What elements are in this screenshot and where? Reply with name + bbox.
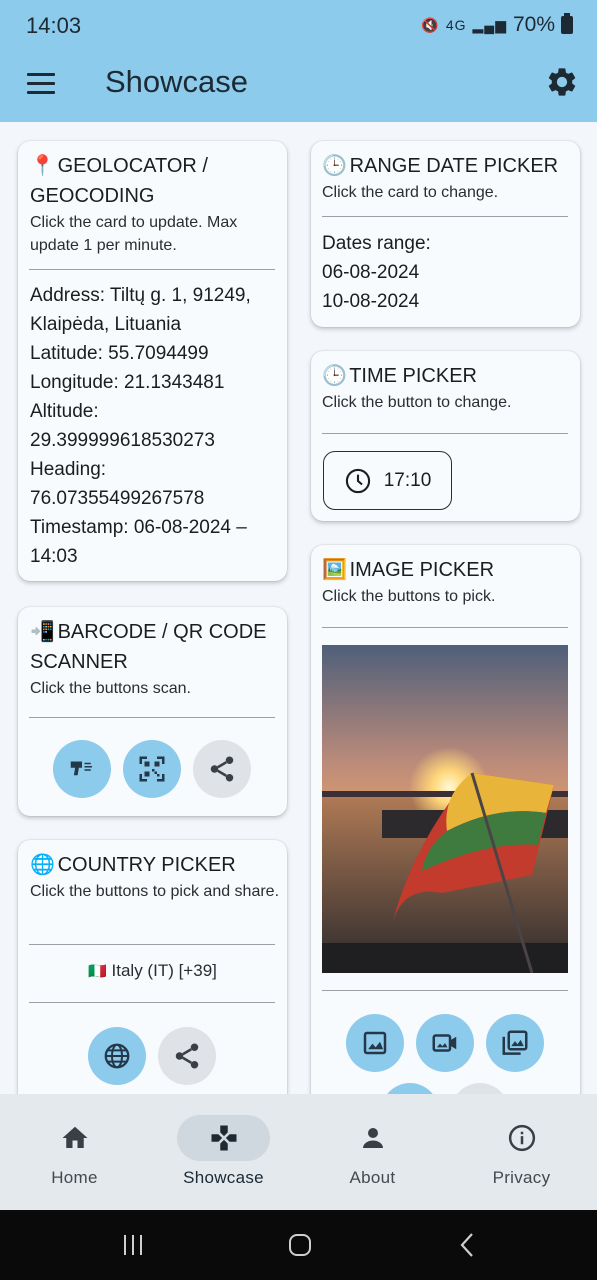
dates-range-label: Dates range: (322, 233, 431, 254)
barcode-scan-button[interactable] (53, 740, 111, 798)
pick-camera-button[interactable] (381, 1083, 439, 1094)
time-picker-subtitle: Click the button to change. (322, 394, 512, 411)
globe-emoji-icon: 🌐 (30, 854, 55, 876)
pick-country-button[interactable] (88, 1027, 146, 1085)
recent-apps-icon[interactable] (118, 1230, 148, 1260)
system-nav-bar (0, 1210, 597, 1280)
menu-icon[interactable] (27, 73, 55, 95)
image-picker-subtitle: Click the buttons to pick. (322, 588, 496, 605)
geolocator-altitude-value: 29.399999618530273 (30, 430, 215, 451)
signal-icon: ▂▄▆ (472, 16, 507, 33)
pin-icon: 📍 (30, 155, 55, 177)
share-icon (175, 1043, 199, 1069)
home-icon (62, 1126, 87, 1148)
country-title: 🌐 COUNTRY PICKER (30, 850, 280, 880)
geolocator-card[interactable]: 📍 GEOLOCATOR / GEOCODING Click the card … (18, 141, 287, 581)
nav-item-privacy[interactable]: Privacy (447, 1094, 596, 1210)
share-country-button[interactable] (158, 1027, 216, 1085)
picture-emoji-icon: 🖼️ (322, 559, 347, 581)
nav-item-showcase[interactable]: Showcase (149, 1094, 298, 1210)
time-picker-card: 🕒 TIME PICKER Click the button to change… (311, 351, 580, 521)
selected-country-label: Italy (IT) [+39] (111, 961, 217, 980)
pick-image-button[interactable] (346, 1014, 404, 1072)
image-icon (363, 1031, 387, 1055)
gear-icon[interactable] (545, 65, 579, 99)
divider (322, 433, 568, 434)
geolocator-address: Address: Tiltų g. 1, 91249, Klaipėda, Li… (30, 285, 251, 335)
home-button-icon[interactable] (285, 1230, 315, 1260)
share-icon (210, 756, 234, 782)
geolocator-latitude: Latitude: 55.7094499 (30, 343, 209, 364)
gamepad-icon (211, 1125, 236, 1151)
nav-label-home: Home (51, 1168, 98, 1187)
geolocator-timestamp: Timestamp: 06-08-2024 – 14:03 (30, 517, 247, 567)
selected-country: 🇮🇹 Italy (IT) [+39] (18, 961, 287, 981)
nav-label-showcase: Showcase (183, 1168, 264, 1187)
clock-emoji-icon: 🕒 (322, 155, 347, 177)
range-date-card[interactable]: 🕒 RANGE DATE PICKER Click the card to ch… (311, 141, 580, 327)
page-title: Showcase (105, 64, 249, 99)
person-icon (362, 1128, 383, 1148)
pick-gallery-button[interactable] (486, 1014, 544, 1072)
back-icon[interactable] (453, 1230, 483, 1260)
status-time: 14:03 (26, 13, 82, 38)
time-picker-button[interactable]: 17:10 (323, 451, 452, 510)
picked-image (322, 645, 568, 973)
status-bar: 14:03 🔇 4G ▂▄▆ 70% (0, 0, 597, 50)
barcode-subtitle: Click the buttons scan. (30, 680, 191, 697)
image-picker-card: 🖼️ IMAGE PICKER Click the buttons to pic… (311, 545, 580, 1094)
range-date-subtitle: Click the card to change. (322, 184, 499, 201)
divider (29, 1002, 275, 1003)
divider (29, 944, 275, 945)
time-picker-title: 🕒 TIME PICKER (322, 361, 574, 391)
content-area: 📍 GEOLOCATOR / GEOCODING Click the card … (0, 122, 597, 1094)
bottom-nav: Home Showcase About Privacy (0, 1094, 597, 1210)
qr-scan-button[interactable] (123, 740, 181, 798)
barcode-title: 📲 BARCODE / QR CODE SCANNER (30, 617, 280, 677)
divider (322, 216, 568, 217)
info-icon (508, 1124, 535, 1152)
image-picker-title: 🖼️ IMAGE PICKER (322, 555, 574, 585)
qr-code-icon (139, 756, 165, 782)
divider (322, 990, 568, 991)
geolocator-subtitle: Click the card to update. Max update 1 p… (30, 214, 238, 254)
nav-item-about[interactable]: About (298, 1094, 447, 1210)
share-button[interactable] (193, 740, 251, 798)
clock-icon (345, 468, 370, 493)
pick-video-button[interactable] (416, 1014, 474, 1072)
status-icons: 🔇 4G ▂▄▆ 70% (421, 13, 573, 37)
app-bar: Showcase (0, 50, 597, 122)
country-card: 🌐 COUNTRY PICKER Click the buttons to pi… (18, 840, 287, 1094)
video-icon (432, 1034, 457, 1052)
nav-item-home[interactable]: Home (0, 1094, 149, 1210)
geolocator-altitude-label: Altitude: (30, 401, 99, 422)
range-date-title: 🕒 RANGE DATE PICKER (322, 151, 574, 181)
mute-icon: 🔇 (421, 16, 440, 33)
date-end: 10-08-2024 (322, 291, 420, 312)
country-subtitle: Click the buttons to pick and share. (30, 883, 280, 900)
divider (322, 627, 568, 628)
phone-scan-icon: 📲 (30, 621, 55, 643)
time-value: 17:10 (383, 469, 432, 491)
photo-library-icon (502, 1030, 528, 1055)
geolocator-longitude: Longitude: 21.1343481 (30, 372, 225, 393)
nav-label-privacy: Privacy (492, 1168, 551, 1187)
barcode-card: 📲 BARCODE / QR CODE SCANNER Click the bu… (18, 607, 287, 816)
battery-icon (561, 13, 573, 34)
nav-label-about: About (349, 1168, 396, 1187)
battery-text: 70% (512, 13, 555, 36)
divider (29, 717, 275, 718)
barcode-scanner-icon (70, 761, 92, 776)
geolocator-heading-value: 76.07355499267578 (30, 488, 205, 509)
divider (29, 269, 275, 270)
date-start: 06-08-2024 (322, 262, 420, 283)
geolocator-title: 📍 GEOLOCATOR / GEOCODING (30, 151, 280, 211)
clock-emoji-icon: 🕒 (322, 365, 347, 387)
geolocator-heading-label: Heading: (30, 459, 107, 480)
share-image-button[interactable] (451, 1083, 509, 1094)
italy-flag-icon: 🇮🇹 (88, 963, 107, 980)
globe-icon (104, 1043, 130, 1069)
network-icon: 4G (445, 17, 467, 33)
